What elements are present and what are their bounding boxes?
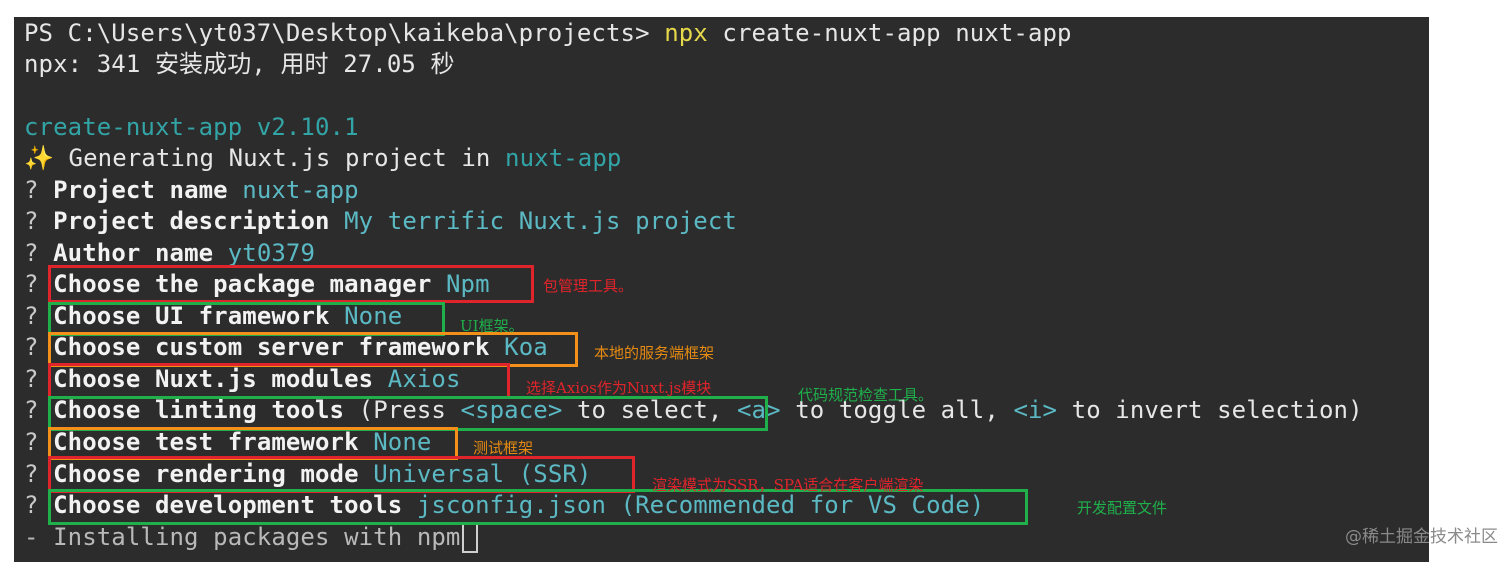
question-mark: ?: [24, 460, 39, 488]
sparkle-icon: ✨: [24, 144, 54, 172]
question-value: nuxt-app: [242, 176, 359, 204]
watermark-text: @稀土掘金技术社区: [1345, 527, 1498, 547]
question-mark: ?: [24, 207, 39, 235]
question-mark: ?: [24, 302, 39, 330]
annotation-package-manager: 包管理工具。: [543, 277, 634, 295]
highlight-box-rendering: [48, 456, 635, 493]
annotation-linting: 代码规范检查工具。: [798, 386, 934, 404]
generating-text: Generating Nuxt.js project in: [68, 144, 491, 172]
question-mark: ?: [24, 176, 39, 204]
question-value: yt0379: [227, 239, 316, 267]
question-mark: ?: [24, 428, 39, 456]
highlight-box-server-framework: [48, 332, 578, 367]
text-cursor[interactable]: [462, 523, 479, 553]
generating-value: nuxt-app: [505, 144, 622, 172]
question-label: Project name: [53, 176, 228, 204]
annotation-ui-framework: UI框架。: [460, 317, 524, 335]
question-line: ? Project name nuxt-app: [24, 174, 359, 206]
version-text: create-nuxt-app v2.10.1: [24, 113, 359, 141]
question-mark: ?: [24, 491, 39, 519]
annotation-test-framework: 测试框架: [473, 439, 534, 457]
question-mark: ?: [24, 239, 39, 267]
question-label: Project description: [53, 207, 330, 235]
question-label: Author name: [53, 239, 214, 267]
highlight-box-linting: [48, 396, 768, 431]
annotation-dev-tools: 开发配置文件: [1077, 499, 1168, 517]
annotation-rendering: 渲染模式为SSR，SPA适合在客户端渲染: [652, 476, 924, 494]
installing-line: - Installing packages with npm: [24, 521, 479, 553]
question-mark: ?: [24, 396, 39, 424]
version-line: create-nuxt-app v2.10.1: [24, 111, 359, 143]
prompt-text: PS C:\Users\yt037\Desktop\kaikeba\projec…: [24, 19, 650, 47]
question-line: ? Project description My terrific Nuxt.j…: [24, 205, 737, 237]
npx-command: npx: [664, 19, 708, 47]
question-mark: ?: [24, 365, 39, 393]
highlight-box-ui-framework: [48, 302, 445, 336]
highlight-box-package-manager: [48, 265, 534, 303]
npx-install-line: npx: 341 安装成功, 用时 27.05 秒: [24, 48, 455, 80]
command-args: create-nuxt-app nuxt-app: [722, 19, 1072, 47]
highlight-box-modules: [48, 363, 510, 399]
annotation-modules: 选择Axios作为Nuxt.js模块: [526, 379, 712, 397]
lint-hint-text: to invert selection): [1057, 396, 1363, 424]
command-line: PS C:\Users\yt037\Desktop\kaikeba\projec…: [24, 17, 1072, 49]
question-mark: ?: [24, 270, 39, 298]
question-mark: ?: [24, 333, 39, 361]
lint-hint-key: <i>: [1013, 396, 1058, 424]
installing-text: - Installing packages with npm: [24, 523, 461, 551]
annotation-server-framework: 本地的服务端框架: [594, 344, 715, 362]
generating-line: ✨ Generating Nuxt.js project in nuxt-app: [24, 142, 621, 174]
npx-install-text: npx: 341 安装成功, 用时 27.05 秒: [24, 50, 455, 78]
question-value: My terrific Nuxt.js project: [344, 207, 737, 235]
